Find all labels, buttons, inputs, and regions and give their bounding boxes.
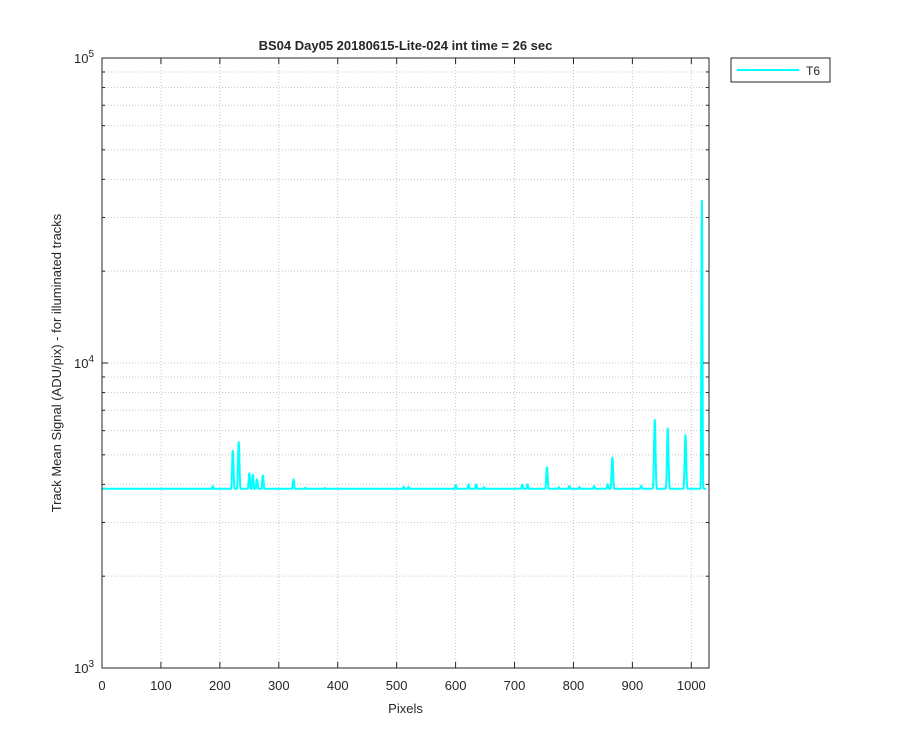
x-tick-label: 0	[98, 678, 105, 693]
x-tick-label: 1000	[677, 678, 706, 693]
x-axis-label: Pixels	[388, 701, 423, 716]
x-tick-label: 200	[209, 678, 231, 693]
x-tick-label: 500	[386, 678, 408, 693]
figure-background	[0, 0, 900, 750]
x-tick-label: 400	[327, 678, 349, 693]
legend-label-T6: T6	[806, 64, 820, 78]
chart-title: BS04 Day05 20180615-Lite-024 int time = …	[259, 38, 553, 53]
x-tick-label: 600	[445, 678, 467, 693]
x-tick-label: 800	[563, 678, 585, 693]
x-tick-label: 900	[622, 678, 644, 693]
x-tick-label: 100	[150, 678, 172, 693]
figure: 0 100 200 300 400 500 600 700 800 900 1000 1031041…	[0, 0, 900, 750]
y-axis-label: Track Mean Signal (ADU/pix) - for illumi…	[49, 213, 64, 512]
x-tick-label: 300	[268, 678, 290, 693]
legend[interactable]: T6	[730, 57, 831, 83]
x-tick-label: 700	[504, 678, 526, 693]
